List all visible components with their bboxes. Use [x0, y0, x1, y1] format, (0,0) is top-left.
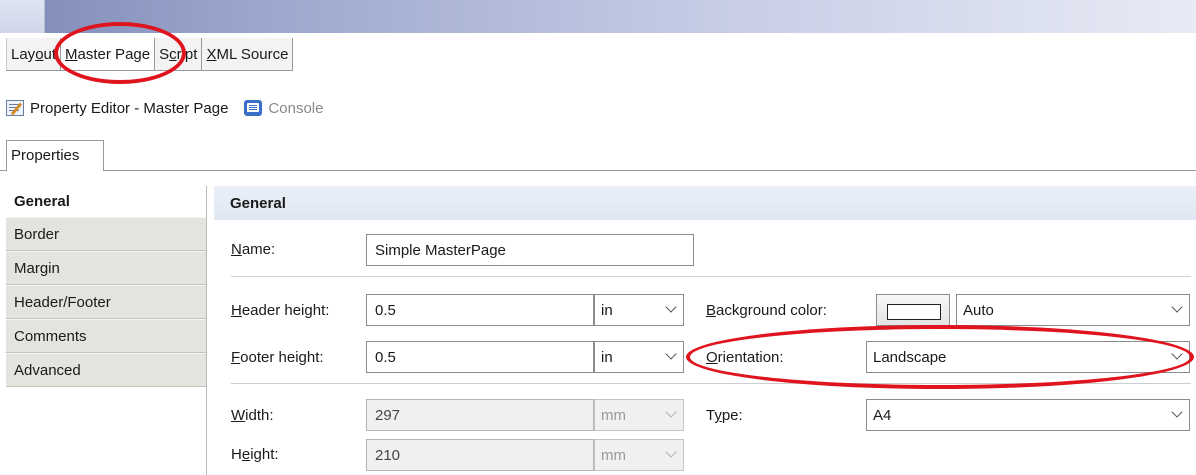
- height-field: 210: [366, 439, 594, 471]
- width-field: 297: [366, 399, 594, 431]
- property-editor-label: Property Editor - Master Page: [30, 99, 229, 117]
- category-header-footer[interactable]: Header/Footer: [6, 285, 206, 319]
- chevron-down-icon: [665, 301, 677, 313]
- category-advanced[interactable]: Advanced: [6, 353, 206, 387]
- category-general[interactable]: General: [6, 186, 206, 217]
- footer-height-unit: in: [601, 348, 613, 366]
- background-color-select[interactable]: Auto: [956, 294, 1190, 326]
- tab-gap: [7, 170, 103, 171]
- category-list: General Border Margin Header/Footer Comm…: [6, 186, 207, 475]
- category-comments[interactable]: Comments: [6, 319, 206, 353]
- divider: [0, 170, 1196, 171]
- section-title: General: [214, 186, 1196, 220]
- height-unit-select: mm: [594, 439, 684, 471]
- type-select[interactable]: A4: [866, 399, 1190, 431]
- background-color-value: Auto: [963, 301, 994, 319]
- title-banner: [0, 0, 1196, 36]
- chevron-down-icon: [1171, 406, 1183, 418]
- tab-layout[interactable]: Lay o ut: [6, 38, 62, 70]
- color-swatch: [887, 304, 941, 320]
- chevron-down-icon: [665, 348, 677, 360]
- type-value: A4: [873, 406, 892, 424]
- header-height-field[interactable]: 0.5: [366, 294, 594, 326]
- width-label: Width:: [231, 407, 274, 424]
- height-unit: mm: [601, 446, 626, 464]
- footer-height-label: Footer height:: [231, 349, 324, 366]
- name-field[interactable]: Simple MasterPage: [366, 234, 694, 266]
- footer-height-unit-select[interactable]: in: [594, 341, 684, 373]
- background-color-picker[interactable]: [876, 294, 950, 326]
- property-editor-view-tab[interactable]: Property Editor - Master Page: [0, 93, 234, 123]
- tab-properties[interactable]: Properties: [6, 140, 104, 170]
- annotation-ellipse-master-page: [54, 22, 186, 84]
- type-label: Type:: [706, 407, 743, 424]
- header-height-unit-select[interactable]: in: [594, 294, 684, 326]
- console-view-tab[interactable]: Console: [238, 93, 329, 123]
- footer-height-field[interactable]: 0.5: [366, 341, 594, 373]
- name-label: Name:: [231, 241, 276, 258]
- console-icon: [244, 100, 263, 116]
- tab-xml-source[interactable]: X ML Source: [202, 38, 294, 70]
- property-editor-icon: [6, 100, 24, 116]
- chevron-down-icon: [1171, 301, 1183, 313]
- header-height-label: Header height:: [231, 302, 330, 319]
- annotation-ellipse-orientation: [686, 325, 1194, 389]
- chevron-down-icon: [665, 446, 677, 458]
- width-unit: mm: [601, 406, 626, 424]
- view-header: Property Editor - Master Page Console: [0, 90, 1196, 126]
- header-height-unit: in: [601, 301, 613, 319]
- width-unit-select: mm: [594, 399, 684, 431]
- category-margin[interactable]: Margin: [6, 251, 206, 285]
- chevron-down-icon: [665, 406, 677, 418]
- height-label: Height:: [231, 446, 279, 463]
- console-label: Console: [268, 99, 324, 117]
- category-border[interactable]: Border: [6, 217, 206, 251]
- background-color-label: Background color:: [706, 302, 827, 319]
- divider: [231, 276, 1191, 277]
